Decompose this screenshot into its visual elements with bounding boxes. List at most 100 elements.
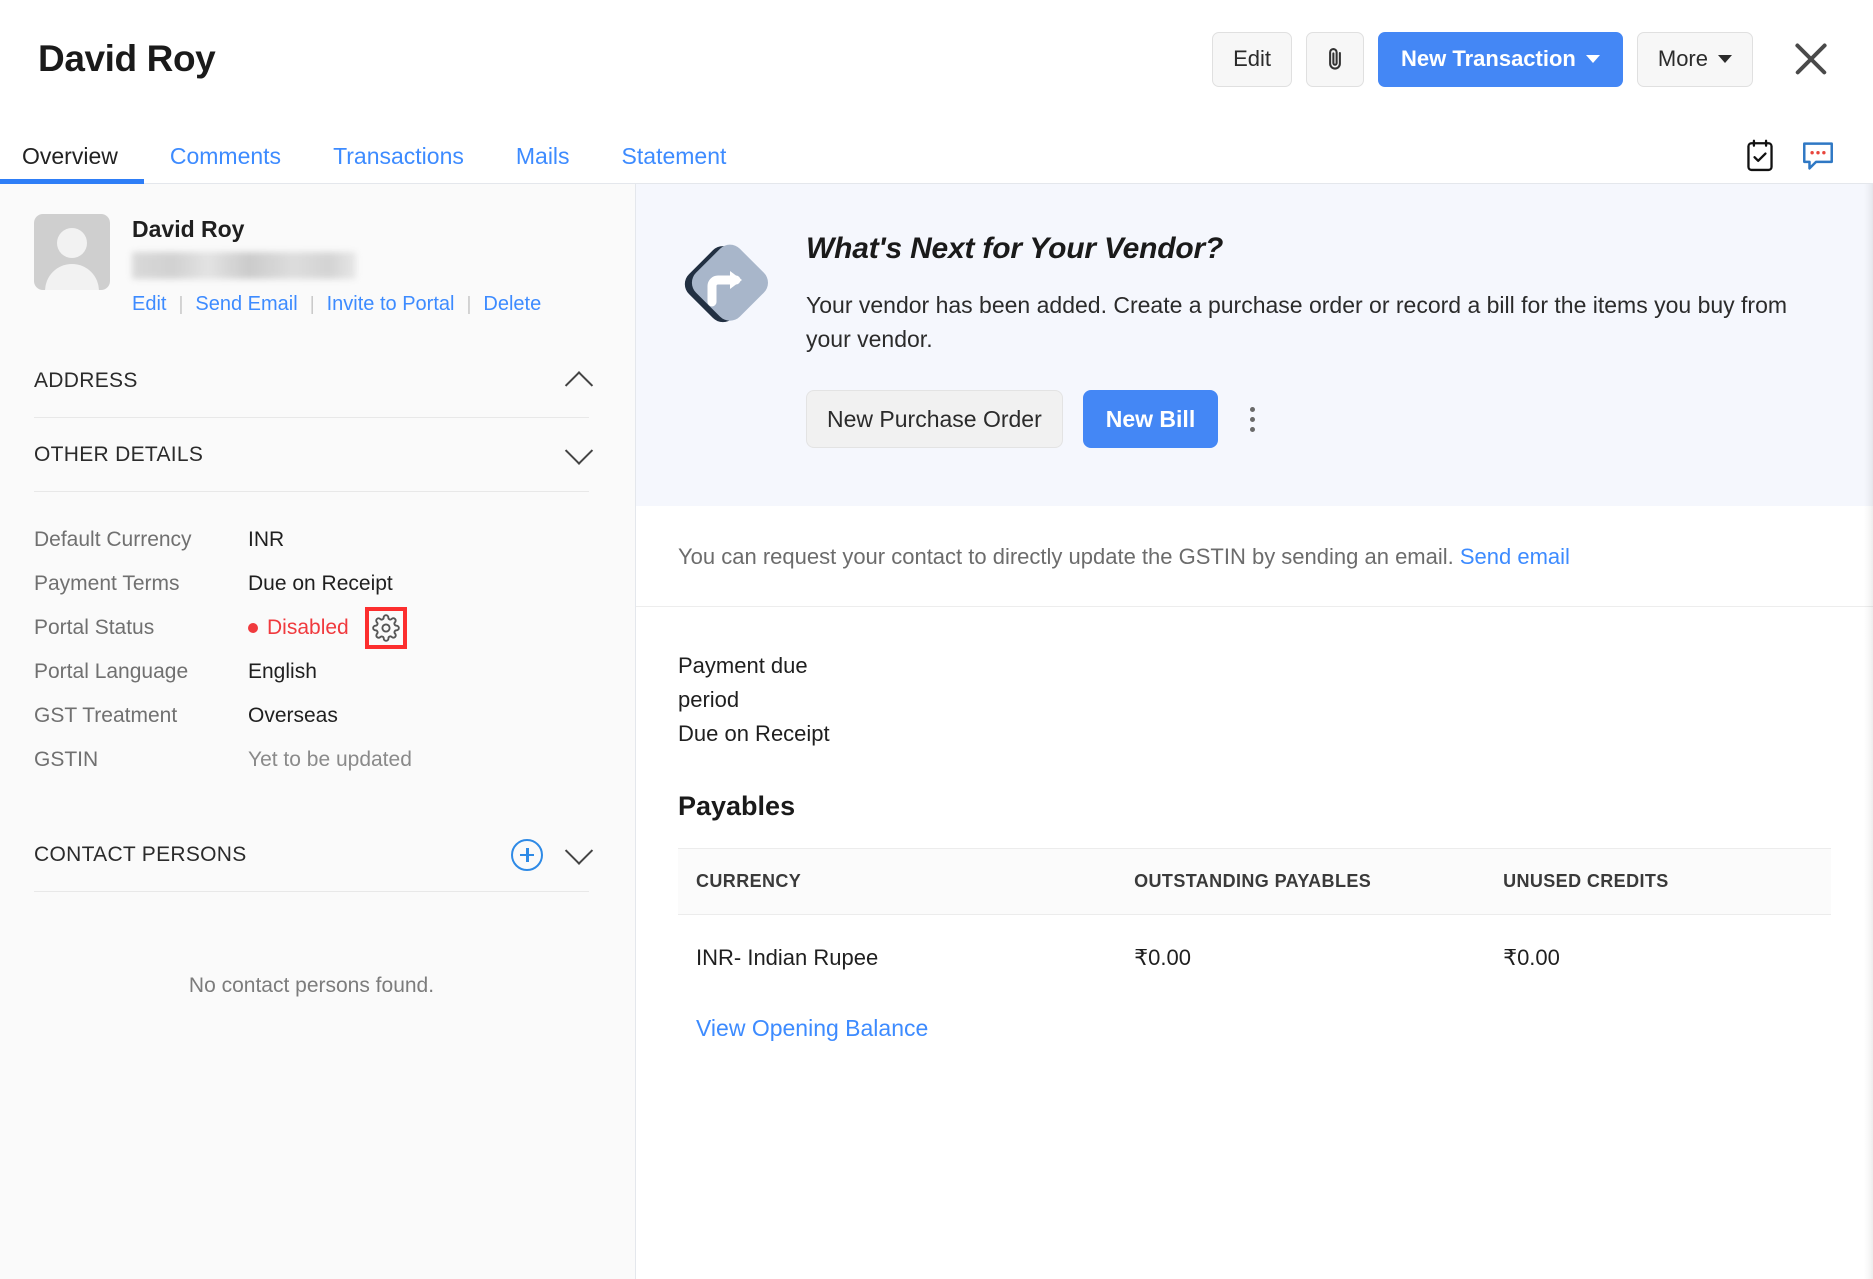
contact-persons-empty-text: No contact persons found. bbox=[34, 892, 589, 998]
close-icon[interactable] bbox=[1787, 35, 1835, 83]
detail-row: Payment Terms Due on Receipt bbox=[34, 562, 589, 606]
attach-file-button[interactable] bbox=[1306, 32, 1364, 87]
detail-label: Portal Status bbox=[34, 616, 248, 640]
detail-value: English bbox=[248, 660, 317, 684]
detail-label: GST Treatment bbox=[34, 704, 248, 728]
section-other-details[interactable]: OTHER DETAILS bbox=[34, 418, 589, 492]
detail-value: Overseas bbox=[248, 704, 338, 728]
tab-bar: Overview Comments Transactions Mails Sta… bbox=[0, 118, 1873, 184]
new-purchase-order-button[interactable]: New Purchase Order bbox=[806, 390, 1063, 448]
more-button[interactable]: More bbox=[1637, 32, 1753, 87]
payment-due-label-line2: period bbox=[678, 683, 1831, 717]
chevron-down-icon[interactable] bbox=[565, 436, 593, 464]
detail-row: Default Currency INR bbox=[34, 518, 589, 562]
delete-link[interactable]: Delete bbox=[483, 293, 541, 316]
page-header: David Roy Edit New Transaction More bbox=[0, 0, 1873, 118]
payables-table-body: INR- Indian Rupee ₹0.00 ₹0.00 bbox=[678, 915, 1831, 1002]
cell-outstanding-payables: ₹0.00 bbox=[1116, 915, 1485, 1002]
main-content: What's Next for Your Vendor? Your vendor… bbox=[636, 184, 1873, 1279]
section-contact-persons[interactable]: CONTACT PERSONS bbox=[34, 818, 589, 892]
whats-next-title: What's Next for Your Vendor? bbox=[806, 232, 1813, 266]
profile-links: Edit | Send Email | Invite to Portal | D… bbox=[132, 293, 541, 316]
gear-icon bbox=[372, 614, 400, 642]
tasks-clipboard-icon[interactable] bbox=[1745, 139, 1775, 173]
table-row: INR- Indian Rupee ₹0.00 ₹0.00 bbox=[678, 915, 1831, 1002]
section-contact-persons-label: CONTACT PERSONS bbox=[34, 843, 247, 867]
whats-next-text: What's Next for Your Vendor? Your vendor… bbox=[806, 232, 1813, 448]
payment-due-value: Due on Receipt bbox=[678, 717, 1831, 751]
new-transaction-label: New Transaction bbox=[1401, 46, 1576, 72]
detail-value: Disabled bbox=[248, 607, 407, 649]
status-badge: Disabled bbox=[267, 616, 349, 640]
avatar-body bbox=[45, 264, 99, 290]
gstin-request-note: You can request your contact to directly… bbox=[636, 506, 1873, 607]
detail-list: Default Currency INR Payment Terms Due o… bbox=[34, 492, 589, 794]
payables-heading: Payables bbox=[636, 751, 1873, 822]
detail-value: INR bbox=[248, 528, 284, 552]
detail-label: Default Currency bbox=[34, 528, 248, 552]
kebab-menu-icon[interactable] bbox=[1238, 401, 1267, 438]
chevron-down-icon[interactable] bbox=[565, 836, 593, 864]
invite-to-portal-link[interactable]: Invite to Portal bbox=[327, 293, 455, 316]
detail-row: GSTIN Yet to be updated bbox=[34, 738, 589, 782]
new-bill-button[interactable]: New Bill bbox=[1083, 390, 1218, 448]
payables-table: CURRENCY OUTSTANDING PAYABLES UNUSED CRE… bbox=[678, 848, 1831, 1001]
edit-button[interactable]: Edit bbox=[1212, 32, 1292, 87]
new-transaction-button[interactable]: New Transaction bbox=[1378, 32, 1623, 87]
chevron-down-icon bbox=[1718, 55, 1732, 63]
tab-list: Overview Comments Transactions Mails Sta… bbox=[0, 118, 752, 183]
divider: | bbox=[178, 294, 183, 316]
section-address[interactable]: ADDRESS bbox=[34, 344, 589, 418]
detail-value: Due on Receipt bbox=[248, 572, 393, 596]
tab-mails[interactable]: Mails bbox=[490, 145, 596, 183]
detail-label: Portal Language bbox=[34, 660, 248, 684]
portal-settings-button[interactable] bbox=[365, 607, 407, 649]
column-header-outstanding-payables: OUTSTANDING PAYABLES bbox=[1116, 849, 1485, 915]
payment-due-period: Payment due period Due on Receipt bbox=[636, 607, 1873, 751]
cell-currency: INR- Indian Rupee bbox=[678, 915, 1116, 1002]
paperclip-icon bbox=[1322, 44, 1348, 74]
status-dot-icon bbox=[248, 623, 258, 633]
payment-due-label-line1: Payment due bbox=[678, 649, 1831, 683]
cell-unused-credits: ₹0.00 bbox=[1485, 915, 1831, 1002]
chevron-up-icon[interactable] bbox=[565, 371, 593, 399]
avatar bbox=[34, 214, 110, 290]
send-email-link[interactable]: Send Email bbox=[195, 293, 297, 316]
view-opening-balance-link[interactable]: View Opening Balance bbox=[636, 1001, 1873, 1042]
vendor-detail-page: David Roy Edit New Transaction More Over… bbox=[0, 0, 1873, 1279]
tab-overview[interactable]: Overview bbox=[0, 145, 144, 183]
page-title: David Roy bbox=[38, 38, 215, 80]
whats-next-description: Your vendor has been added. Create a pur… bbox=[806, 288, 1813, 356]
column-header-currency: CURRENCY bbox=[678, 849, 1116, 915]
gstin-note-text: You can request your contact to directly… bbox=[678, 544, 1454, 569]
profile-info: David Roy Edit | Send Email | Invite to … bbox=[132, 214, 541, 316]
more-label: More bbox=[1658, 46, 1708, 72]
detail-row-portal-status: Portal Status Disabled bbox=[34, 606, 589, 650]
comments-bubble-icon[interactable] bbox=[1801, 140, 1835, 172]
page-body: David Roy Edit | Send Email | Invite to … bbox=[0, 184, 1873, 1279]
divider: | bbox=[310, 294, 315, 316]
divider: | bbox=[466, 294, 471, 316]
redacted-email bbox=[132, 252, 356, 279]
section-other-details-label: OTHER DETAILS bbox=[34, 443, 203, 467]
gstin-send-email-link[interactable]: Send email bbox=[1460, 544, 1570, 569]
detail-value: Yet to be updated bbox=[248, 748, 412, 772]
detail-label: GSTIN bbox=[34, 748, 248, 772]
profile-edit-link[interactable]: Edit bbox=[132, 293, 166, 316]
payables-table-head: CURRENCY OUTSTANDING PAYABLES UNUSED CRE… bbox=[678, 849, 1831, 915]
whats-next-icon-wrap bbox=[678, 232, 772, 448]
detail-row: GST Treatment Overseas bbox=[34, 694, 589, 738]
tab-statement[interactable]: Statement bbox=[596, 145, 753, 183]
whats-next-actions: New Purchase Order New Bill bbox=[806, 390, 1813, 448]
tab-transactions[interactable]: Transactions bbox=[307, 145, 490, 183]
vendor-profile: David Roy Edit | Send Email | Invite to … bbox=[34, 214, 589, 316]
tab-bar-icons bbox=[1745, 139, 1835, 183]
chevron-down-icon bbox=[1586, 55, 1600, 63]
sidebar: David Roy Edit | Send Email | Invite to … bbox=[0, 184, 636, 1279]
avatar-head bbox=[57, 228, 87, 258]
signpost-turn-right-icon bbox=[678, 236, 772, 336]
detail-row: Portal Language English bbox=[34, 650, 589, 694]
tab-comments[interactable]: Comments bbox=[144, 145, 307, 183]
add-contact-person-button[interactable] bbox=[511, 839, 543, 871]
profile-name: David Roy bbox=[132, 216, 541, 243]
